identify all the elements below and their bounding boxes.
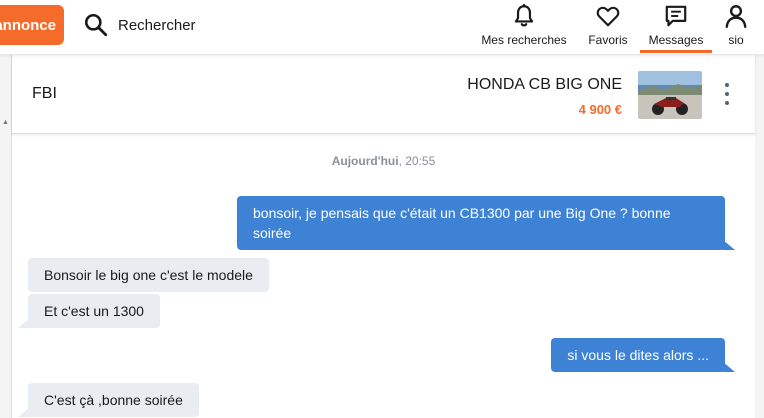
search-icon — [84, 13, 108, 37]
message-thread: Aujourd'hui, 20:55 bonsoir, je pensais q… — [12, 134, 755, 418]
nav-saved-searches[interactable]: Mes recherches — [478, 2, 570, 54]
page-scrollbar[interactable] — [755, 55, 764, 418]
nav-account-label: sio — [728, 33, 744, 47]
day-separator: Aujourd'hui, 20:55 — [12, 154, 755, 168]
message-received: C'est çà ,bonne soirée — [18, 383, 199, 417]
user-icon — [725, 5, 747, 29]
top-navigation-bar: annonce Rechercher Mes recherches Favori… — [0, 0, 764, 55]
motorcycle-photo — [638, 71, 702, 119]
search-link[interactable]: Rechercher — [83, 12, 196, 38]
contact-name[interactable]: FBI — [32, 85, 57, 103]
active-tab-indicator — [640, 50, 712, 53]
message-text: bonsoir, je pensais que c'était un CB130… — [253, 205, 671, 241]
ad-price: 4 900 € — [578, 102, 622, 117]
day-label: Aujourd'hui — [331, 154, 399, 168]
ad-title[interactable]: HONDA CB BIG ONE — [467, 76, 622, 94]
post-ad-button[interactable]: annonce — [0, 5, 64, 45]
nav-favorites-label: Favoris — [588, 33, 628, 47]
ad-thumbnail[interactable] — [638, 71, 702, 119]
message-text: C'est çà ,bonne soirée — [44, 392, 183, 408]
heart-icon — [596, 6, 620, 27]
message-text: Et c'est un 1300 — [44, 303, 144, 319]
more-options-icon[interactable] — [718, 83, 736, 105]
nav-favorites[interactable]: Favoris — [583, 2, 633, 54]
nav-messages-label: Messages — [648, 33, 704, 47]
message-text: Bonsoir le big one c'est le modele — [44, 267, 253, 283]
nav-messages[interactable]: Messages — [640, 2, 712, 54]
message-text: si vous le dites alors ... — [567, 347, 709, 363]
message-received: Et c'est un 1300 — [18, 294, 160, 328]
message-received: Bonsoir le big one c'est le modele — [28, 258, 269, 292]
nav-account[interactable]: sio — [719, 2, 753, 54]
message-icon — [665, 5, 687, 27]
left-panel-edge: ▲ — [0, 55, 12, 418]
message-sent: si vous le dites alors ... — [551, 338, 735, 372]
scroll-up-arrow-icon[interactable]: ▲ — [0, 119, 11, 126]
day-time: , 20:55 — [398, 154, 436, 168]
conversation-header: FBI HONDA CB BIG ONE 4 900 € — [12, 55, 755, 134]
search-label: Rechercher — [118, 16, 196, 34]
bell-icon — [514, 4, 534, 27]
nav-saved-searches-label: Mes recherches — [481, 33, 567, 47]
message-sent: bonsoir, je pensais que c'était un CB130… — [237, 196, 735, 250]
